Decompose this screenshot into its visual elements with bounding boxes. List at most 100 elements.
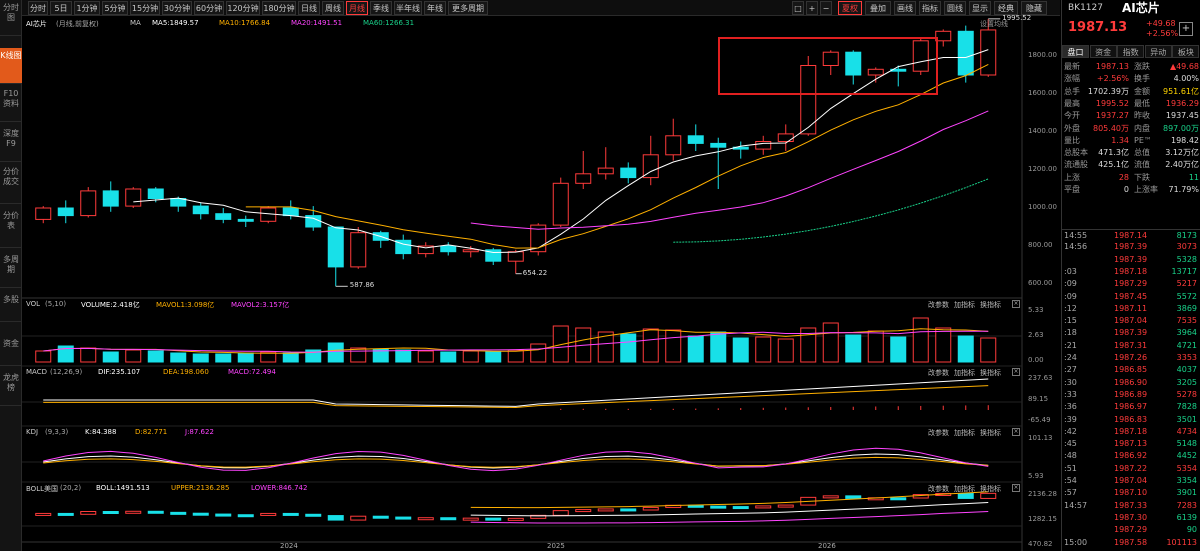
price-change: +49.68: [1146, 19, 1176, 28]
tab-multi-stock[interactable]: 多股: [0, 292, 22, 322]
tick-volume: 4734: [1176, 426, 1197, 436]
period-tab-1[interactable]: 5日: [50, 1, 72, 15]
trade-tick-row: :12 1987.11 3869: [1062, 303, 1200, 315]
period-tab-10[interactable]: 周线: [322, 1, 344, 15]
toolbar-5[interactable]: 显示: [969, 1, 991, 15]
panel-params: (9,3,3): [45, 428, 69, 436]
panel-scale: 2136.28: [1028, 490, 1057, 498]
period-tab-9[interactable]: 日线: [298, 1, 320, 15]
toolbar-4[interactable]: 圆线: [944, 1, 966, 15]
panel-close-icon[interactable]: ×: [1012, 484, 1020, 492]
panel-action-2[interactable]: 换指标: [980, 428, 1001, 438]
add-watchlist-icon[interactable]: +: [1179, 22, 1193, 36]
tick-price: 1986.92: [1114, 451, 1148, 461]
volume-bar: [417, 350, 434, 363]
period-tab-4[interactable]: 15分钟: [130, 1, 160, 15]
period-tab-6[interactable]: 60分钟: [194, 1, 224, 15]
ma-line-MA10: [245, 63, 989, 249]
quote-tab-0[interactable]: 盘口: [1062, 45, 1089, 58]
period-tab-3[interactable]: 5分钟: [102, 1, 128, 15]
quote-tab-3[interactable]: 异动: [1144, 45, 1172, 58]
y-axis-label: 1200.00: [1028, 165, 1057, 173]
trade-tick-row: 14:55 1987.14 8173: [1062, 229, 1200, 241]
period-tab-8[interactable]: 180分钟: [262, 1, 296, 15]
trade-tick-row: 1987.29 90: [1062, 524, 1200, 536]
tick-price: 1987.33: [1114, 500, 1148, 510]
period-tab-13[interactable]: 半年线: [394, 1, 422, 15]
quote-row: 最高 1995.52 最低 1936.29: [1062, 97, 1200, 110]
trade-tick-row: :36 1986.97 7828: [1062, 401, 1200, 413]
trade-tick-row: :03 1987.18 13717: [1062, 266, 1200, 278]
panel-action-0[interactable]: 改参数: [928, 368, 949, 378]
quote-row: 平盘 0 上涨率 71.79%: [1062, 183, 1200, 196]
panel-action-1[interactable]: 加指标: [954, 300, 975, 310]
quote-row: 最新 1987.13 涨跌 ▲49.68: [1062, 60, 1200, 73]
panel-action-2[interactable]: 换指标: [980, 368, 1001, 378]
panel-action-1[interactable]: 加指标: [954, 368, 975, 378]
candle: [530, 223, 547, 256]
panel-close-icon[interactable]: ×: [1012, 428, 1020, 436]
panel-action-1[interactable]: 加指标: [954, 484, 975, 494]
settings-ma-link[interactable]: 设置均线: [980, 19, 1008, 29]
tick-price: 1987.11: [1114, 303, 1148, 313]
boll-candle: [507, 517, 524, 521]
tick-price: 1987.26: [1114, 353, 1148, 362]
boll-candle: [417, 517, 434, 521]
minus-icon[interactable]: −: [820, 1, 832, 15]
toolbar-2[interactable]: 画线: [894, 1, 916, 15]
quote-row: 上涨 28 下跌 11: [1062, 171, 1200, 184]
candle: [890, 65, 907, 87]
volume-bar: [912, 317, 929, 363]
quote-tab-2[interactable]: 指数: [1117, 45, 1145, 58]
tab-depth-f9[interactable]: 深度F9: [0, 126, 22, 162]
tab-dragon-tiger[interactable]: 龙虎榜: [0, 370, 22, 406]
panel-scale: -65.49: [1028, 416, 1051, 424]
toolbar-1[interactable]: 叠加: [865, 1, 891, 15]
panel-close-icon[interactable]: ×: [1012, 300, 1020, 308]
volume-bar: [35, 350, 52, 363]
quote-tabs: 盘口 资金 指数 异动 板块: [1062, 45, 1200, 58]
panel-action-2[interactable]: 换指标: [980, 300, 1001, 310]
quote-label: 总值: [1134, 148, 1150, 158]
period-tab-7[interactable]: 120分钟: [226, 1, 260, 15]
panel-action-2[interactable]: 换指标: [980, 484, 1001, 494]
tab-multi-period[interactable]: 多周期: [0, 252, 22, 288]
chart-area: 1800.00 1600.00 1400.00 1200.00 1000.00 800.0…: [22, 14, 1060, 551]
y-axis-label: 600.00: [1028, 279, 1053, 287]
panel-close-icon[interactable]: ×: [1012, 368, 1020, 376]
panel-item: DIF:235.107: [98, 368, 141, 376]
quote-tab-4[interactable]: 板块: [1172, 45, 1200, 58]
tab-price-volume[interactable]: 分价成交: [0, 164, 22, 204]
tick-time: :21: [1064, 340, 1077, 350]
panel-action-1[interactable]: 加指标: [954, 428, 975, 438]
period-tab-5[interactable]: 30分钟: [162, 1, 192, 15]
period-tab-11[interactable]: 月线: [346, 1, 368, 15]
boll-candle: [125, 510, 142, 514]
tab-funds[interactable]: 资金: [0, 336, 22, 366]
tick-volume: 101113: [1166, 537, 1197, 547]
candle: [440, 242, 457, 256]
tab-kline[interactable]: K线图: [0, 48, 22, 84]
period-tab-2[interactable]: 1分钟: [74, 1, 100, 15]
trade-tick-row: :48 1986.92 4452: [1062, 450, 1200, 462]
candle: [710, 137, 727, 189]
period-tab-0[interactable]: 分时: [28, 1, 48, 15]
plus-icon[interactable]: +: [806, 1, 818, 15]
panel-action-0[interactable]: 改参数: [928, 428, 949, 438]
tab-f10[interactable]: F10资料: [0, 86, 22, 122]
panel-action-0[interactable]: 改参数: [928, 300, 949, 310]
volume-bar: [215, 353, 232, 363]
period-tab-12[interactable]: 季线: [370, 1, 392, 15]
tick-volume: 3964: [1176, 328, 1197, 338]
period-tab-14[interactable]: 年线: [424, 1, 446, 15]
panel-action-0[interactable]: 改参数: [928, 484, 949, 494]
quote-tab-1[interactable]: 资金: [1089, 45, 1117, 58]
tab-intraday[interactable]: 分时图: [0, 0, 22, 36]
quote-row: 今开 1937.27 昨收 1937.45: [1062, 109, 1200, 122]
period-tab-15[interactable]: 更多周期: [448, 1, 488, 15]
tab-price-table[interactable]: 分价表: [0, 208, 22, 248]
square-icon[interactable]: □: [792, 1, 804, 15]
quote-value: 471.3亿: [1098, 148, 1129, 158]
toolbar-3[interactable]: 指标: [919, 1, 941, 15]
toolbar-0[interactable]: 夏权: [838, 1, 862, 15]
